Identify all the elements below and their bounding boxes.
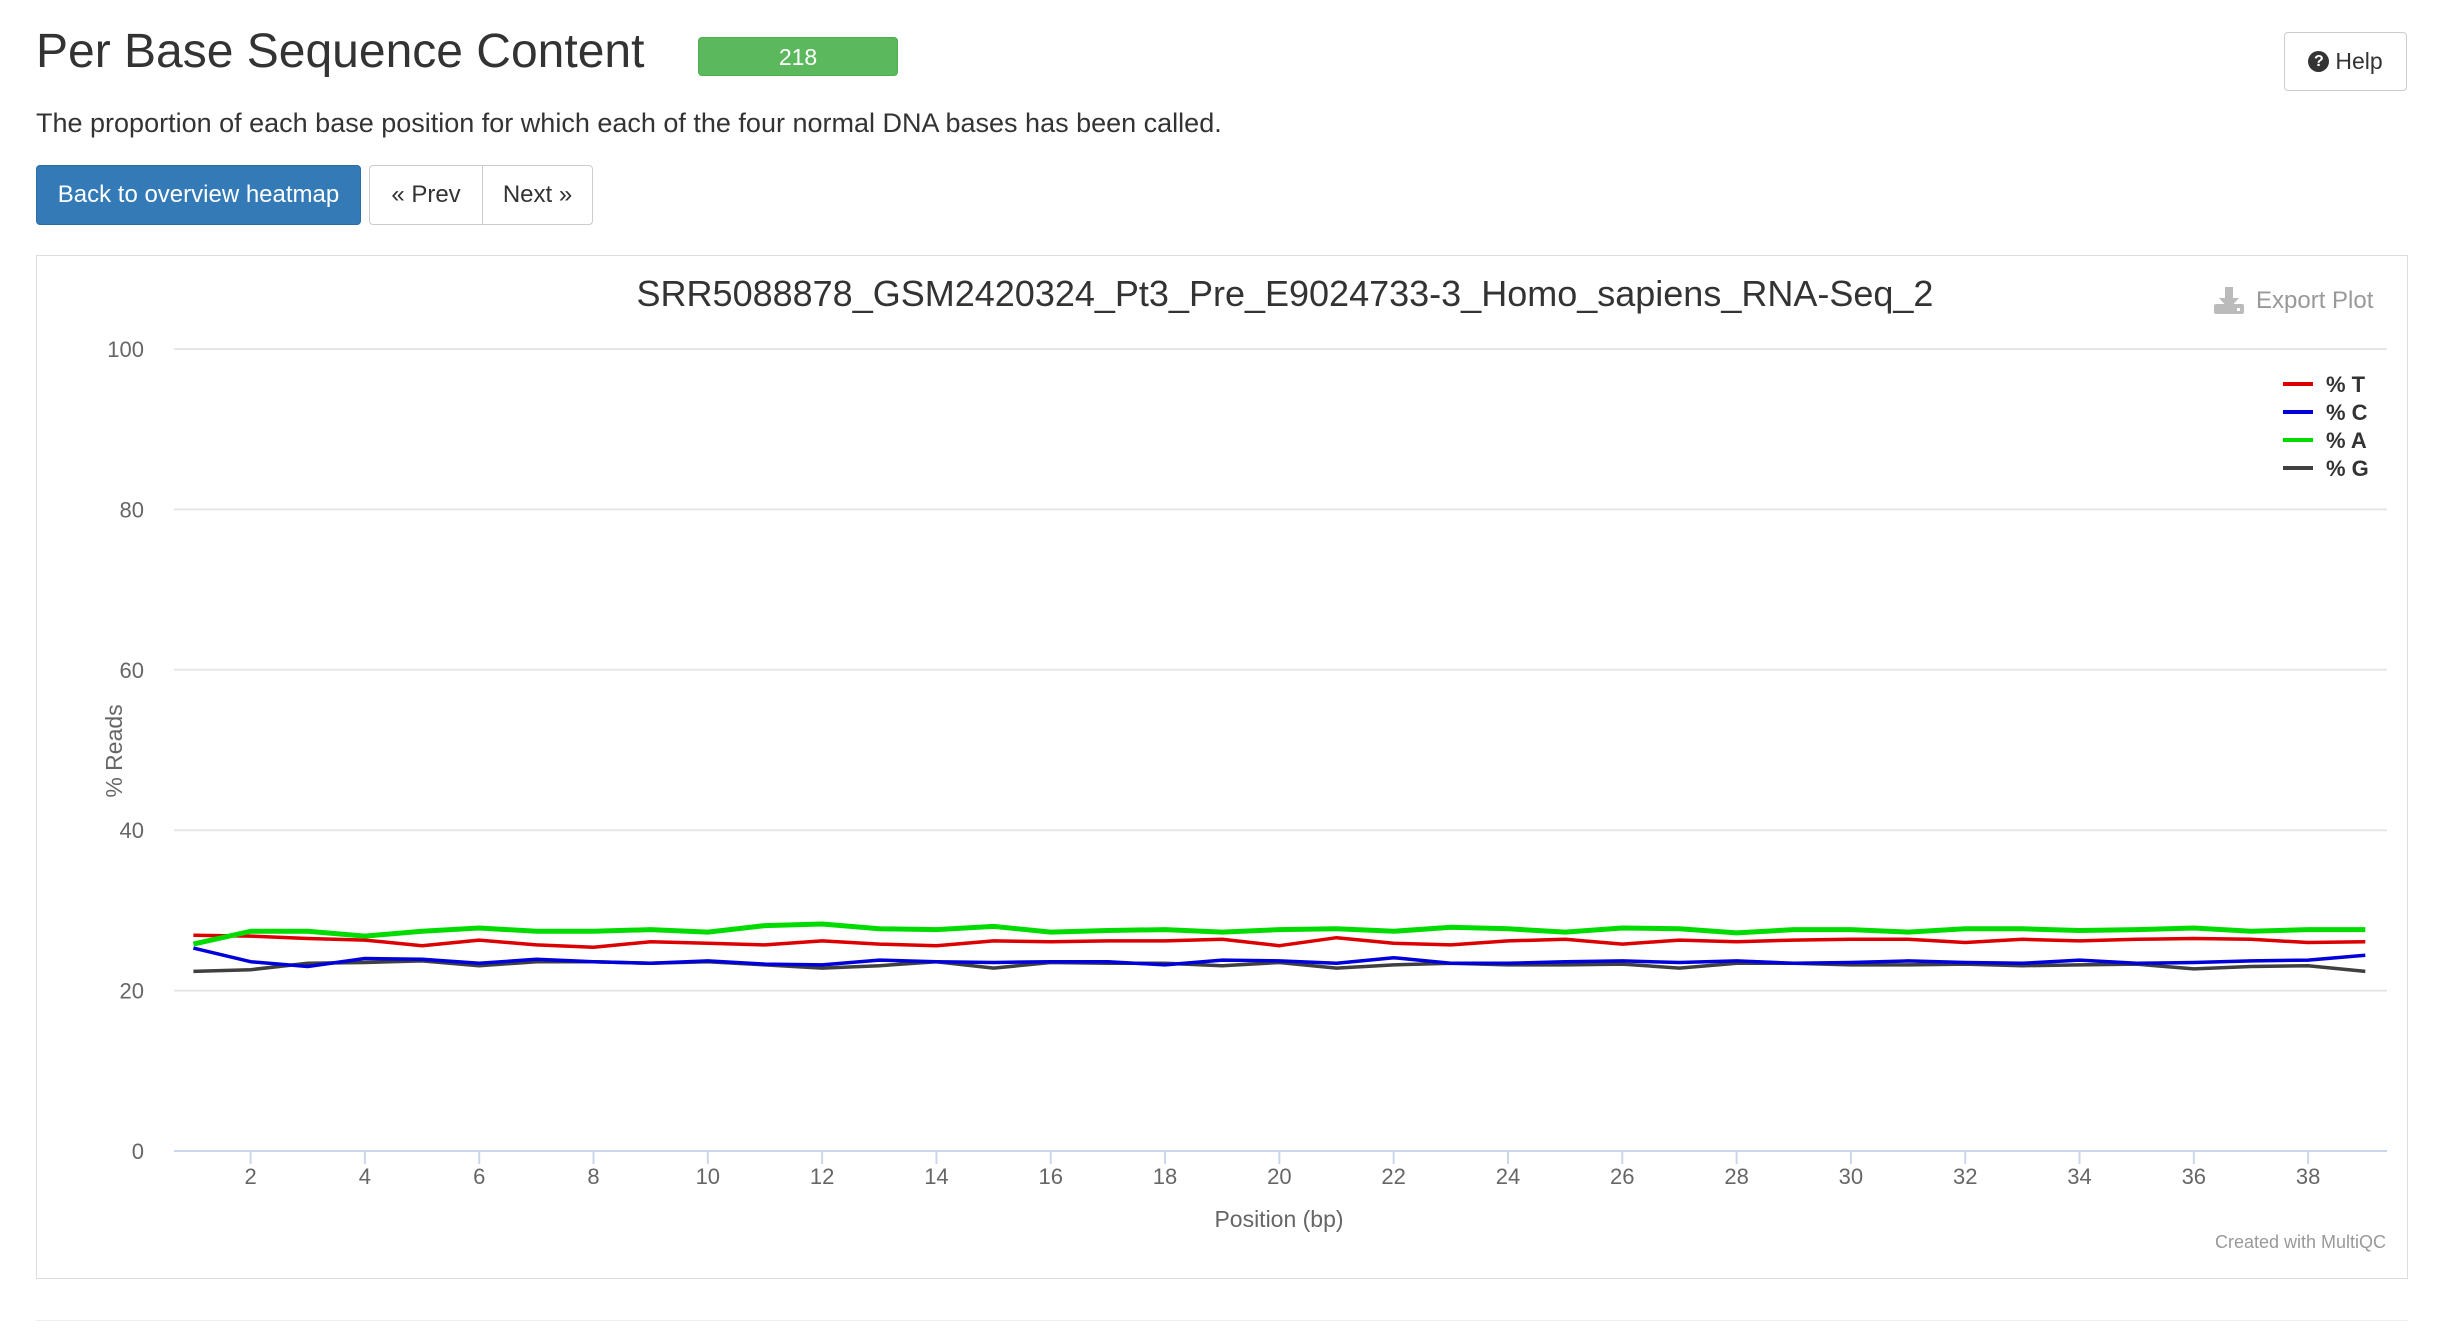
- legend-item-c[interactable]: % C: [2283, 400, 2368, 425]
- created-with-credit: Created with MultiQC: [2215, 1232, 2387, 1252]
- x-tick-label: 38: [2296, 1164, 2320, 1189]
- x-tick-label: 22: [1381, 1164, 1405, 1189]
- x-tick-label: 28: [1724, 1164, 1748, 1189]
- legend-label: % C: [2326, 400, 2368, 425]
- question-circle-icon: ?: [2308, 51, 2330, 72]
- y-tick-label: 80: [120, 497, 144, 522]
- x-tick-label: 34: [2067, 1164, 2091, 1189]
- sample-count-badge: 218: [698, 37, 898, 76]
- x-tick-label: 4: [359, 1164, 371, 1189]
- section-divider: [36, 1320, 2408, 1321]
- help-button[interactable]: ? Help: [2284, 32, 2407, 91]
- x-tick-label: 8: [587, 1164, 599, 1189]
- legend-label: % G: [2326, 456, 2369, 481]
- x-tick-label: 14: [924, 1164, 948, 1189]
- help-button-label: Help: [2335, 48, 2383, 74]
- x-tick-label: 6: [473, 1164, 485, 1189]
- x-tick-label: 10: [696, 1164, 720, 1189]
- y-tick-label: 20: [120, 979, 144, 1004]
- y-tick-label: 40: [120, 818, 144, 843]
- x-tick-label: 20: [1267, 1164, 1291, 1189]
- page-title: Per Base Sequence Content: [36, 25, 645, 78]
- x-tick-label: 2: [244, 1164, 256, 1189]
- back-to-heatmap-button[interactable]: Back to overview heatmap: [36, 165, 361, 225]
- x-tick-label: 26: [1610, 1164, 1634, 1189]
- section-description: The proportion of each base position for…: [36, 108, 1222, 138]
- legend-item-g[interactable]: % G: [2283, 456, 2369, 481]
- legend-item-t[interactable]: % T: [2283, 372, 2366, 397]
- legend-label: % T: [2326, 372, 2366, 397]
- plot-container: Export Plot SRR5088878_GSM2420324_Pt3_Pr…: [36, 255, 2408, 1279]
- x-tick-label: 32: [1953, 1164, 1977, 1189]
- prev-button[interactable]: « Prev: [369, 165, 483, 225]
- y-tick-label: 60: [120, 658, 144, 683]
- y-tick-label: 100: [107, 337, 144, 362]
- x-tick-label: 16: [1038, 1164, 1062, 1189]
- series-line-t: [193, 933, 2366, 950]
- line-chart: SRR5088878_GSM2420324_Pt3_Pre_E9024733-3…: [101, 273, 2387, 1232]
- y-tick-label: 0: [132, 1139, 144, 1164]
- x-tick-label: 30: [1839, 1164, 1863, 1189]
- legend-label: % A: [2326, 428, 2367, 453]
- x-axis-label: Position (bp): [1214, 1206, 1343, 1232]
- x-tick-label: 18: [1153, 1164, 1177, 1189]
- chart-title: SRR5088878_GSM2420324_Pt3_Pre_E9024733-3…: [637, 273, 1934, 314]
- prev-next-group: « Prev Next »: [369, 165, 593, 225]
- next-button[interactable]: Next »: [482, 165, 593, 225]
- legend-item-a[interactable]: % A: [2283, 428, 2367, 453]
- x-tick-label: 24: [1496, 1164, 1520, 1189]
- x-tick-label: 12: [810, 1164, 834, 1189]
- y-axis-label: % Reads: [101, 704, 127, 797]
- x-tick-label: 36: [2182, 1164, 2206, 1189]
